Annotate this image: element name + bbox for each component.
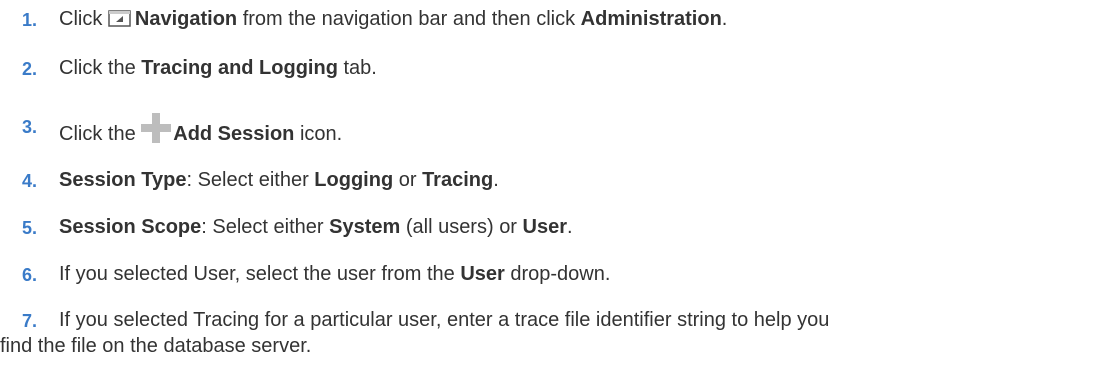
step-text-part: : Select either	[201, 216, 330, 238]
step-number: 4.	[22, 171, 38, 191]
step-text-part: Click the	[59, 123, 142, 145]
step-text-part: drop-down.	[504, 263, 611, 285]
step-text-part: icon.	[294, 123, 343, 145]
step-text-part: (all users) or	[400, 216, 523, 238]
session-scope-label: Session Scope	[59, 216, 202, 238]
navigation-label: Navigation	[134, 8, 238, 30]
administration-label: Administration	[580, 8, 722, 30]
navigation-icon	[108, 10, 131, 27]
system-label: System	[329, 216, 401, 238]
step-number: 7.	[22, 311, 38, 331]
step-text: Click the Tracing and Logging tab.	[59, 55, 1079, 81]
step-text-part: If you selected User, select the user fr…	[59, 263, 461, 285]
logging-label: Logging	[314, 169, 394, 191]
step-text-line: If you selected Tracing for a particular…	[59, 309, 830, 331]
tracing-label: Tracing	[422, 169, 494, 191]
user-dropdown-label: User	[460, 263, 505, 285]
step-text-part: : Select either	[186, 169, 315, 191]
step-text-line: find the file on the database server.	[0, 335, 312, 357]
step-text-part: Click the	[59, 57, 142, 79]
step-text-part: Click	[59, 8, 108, 30]
add-session-label: Add Session	[173, 123, 295, 145]
step-text: Session Type: Select either Logging or T…	[59, 167, 1079, 193]
step-text-part: .	[493, 169, 499, 191]
user-label: User	[522, 216, 568, 238]
step-number: 2.	[22, 59, 38, 79]
session-type-label: Session Type	[59, 169, 187, 191]
step-text: Session Scope: Select either System (all…	[59, 214, 1079, 240]
step-text-part: .	[567, 216, 573, 238]
step-number: 5.	[22, 218, 38, 238]
step-number: 3.	[22, 117, 38, 137]
step-number: 6.	[22, 265, 38, 285]
step-number: 1.	[22, 10, 38, 30]
tracing-and-logging-label: Tracing and Logging	[141, 57, 338, 79]
step-text: If you selected Tracing for a particular…	[0, 307, 1079, 357]
step-text-part: or	[393, 169, 423, 191]
add-session-plus-icon	[141, 113, 172, 143]
step-text-part: tab.	[337, 57, 377, 79]
step-text: Click Navigation from the navigation bar…	[59, 6, 1079, 32]
step-text: If you selected User, select the user fr…	[59, 261, 1079, 287]
step-text-part: .	[721, 8, 728, 30]
step-text: Click the Add Session icon.	[59, 113, 1079, 147]
step-text-part: from the navigation bar and then click	[237, 8, 581, 30]
